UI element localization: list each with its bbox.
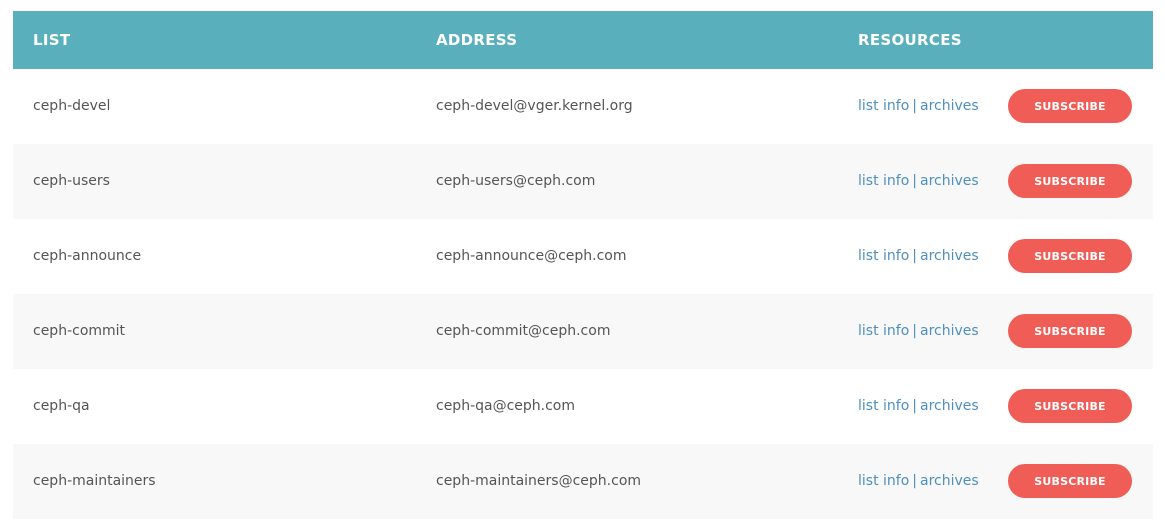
link-separator: | (912, 248, 917, 264)
list-info-link[interactable]: list info (858, 323, 909, 339)
header-address: ADDRESS (436, 31, 518, 49)
list-info-link[interactable]: list info (858, 473, 909, 489)
table-row: ceph-announce ceph-announce@ceph.com lis… (13, 219, 1153, 294)
list-info-link[interactable]: list info (858, 398, 909, 414)
archives-link[interactable]: archives (920, 473, 979, 489)
header-list: LIST (33, 31, 71, 49)
subscribe-button[interactable]: SUBSCRIBE (1008, 314, 1132, 348)
link-separator: | (912, 173, 917, 189)
resources-links: list info | archives (858, 219, 979, 294)
resources-links: list info | archives (858, 69, 979, 144)
archives-link[interactable]: archives (920, 173, 979, 189)
list-info-link[interactable]: list info (858, 173, 909, 189)
resources-links: list info | archives (858, 294, 979, 369)
table-row: ceph-devel ceph-devel@vger.kernel.org li… (13, 69, 1153, 144)
resources-links: list info | archives (858, 144, 979, 219)
list-name: ceph-users (33, 173, 110, 189)
link-separator: | (912, 473, 917, 489)
list-address: ceph-commit@ceph.com (436, 323, 611, 339)
list-address: ceph-maintainers@ceph.com (436, 473, 642, 489)
subscribe-button[interactable]: SUBSCRIBE (1008, 389, 1132, 423)
table-row: ceph-qa ceph-qa@ceph.com list info | archi… (13, 369, 1153, 444)
subscribe-button[interactable]: SUBSCRIBE (1008, 239, 1132, 273)
subscribe-button[interactable]: SUBSCRIBE (1008, 464, 1132, 498)
list-name: ceph-maintainers (33, 473, 156, 489)
header-resources: RESOURCES (858, 31, 962, 49)
list-name: ceph-devel (33, 98, 111, 114)
subscribe-button[interactable]: SUBSCRIBE (1008, 164, 1132, 198)
list-name: ceph-commit (33, 323, 126, 339)
list-name: ceph-announce (33, 248, 142, 264)
resources-links: list info | archives (858, 444, 979, 519)
list-address: ceph-devel@vger.kernel.org (436, 98, 633, 114)
link-separator: | (912, 323, 917, 339)
table-row: ceph-users ceph-users@ceph.com list info… (13, 144, 1153, 219)
link-separator: | (912, 98, 917, 114)
archives-link[interactable]: archives (920, 98, 979, 114)
list-address: ceph-announce@ceph.com (436, 248, 627, 264)
table-header: LIST ADDRESS RESOURCES (13, 11, 1153, 69)
table-row: ceph-commit ceph-commit@ceph.com list in… (13, 294, 1153, 369)
archives-link[interactable]: archives (920, 323, 979, 339)
list-info-link[interactable]: list info (858, 248, 909, 264)
list-address: ceph-users@ceph.com (436, 173, 596, 189)
resources-links: list info | archives (858, 369, 979, 444)
archives-link[interactable]: archives (920, 248, 979, 264)
table-row: ceph-maintainers ceph-maintainers@ceph.c… (13, 444, 1153, 519)
mailing-lists-table: LIST ADDRESS RESOURCES ceph-devel ceph-d… (13, 11, 1153, 519)
list-name: ceph-qa (33, 398, 90, 414)
list-info-link[interactable]: list info (858, 98, 909, 114)
link-separator: | (912, 398, 917, 414)
subscribe-button[interactable]: SUBSCRIBE (1008, 89, 1132, 123)
archives-link[interactable]: archives (920, 398, 979, 414)
list-address: ceph-qa@ceph.com (436, 398, 576, 414)
